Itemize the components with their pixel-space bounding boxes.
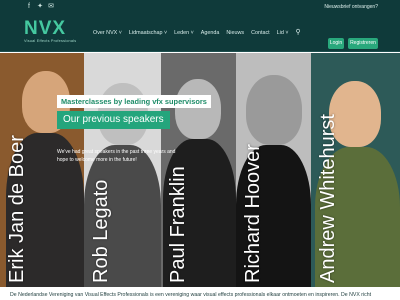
nav-item-lid[interactable]: Lid ˅ [277,26,289,40]
nav-item-agenda[interactable]: Agenda [201,26,220,40]
speakers-hero: Erik Jan de Boer Rob Legato Paul Frankli… [0,53,400,287]
speaker-name: Paul Franklin [167,166,189,283]
logo-subtitle: Visual Effects Professionals [24,39,77,43]
about-text: De Nederlandse Vereniging van Visual Eff… [10,292,372,298]
email-icon[interactable]: ✉ [47,3,55,11]
nav-item-nieuws[interactable]: Nieuws [226,26,244,40]
speaker-panel[interactable]: Richard Hoover [236,53,311,287]
nav-item-lidmaatschap[interactable]: Lidmaatschap ˅ [129,26,167,40]
top-bar: f ✦ ✉ Nieuwsbrief ontvangen? [0,0,400,14]
speaker-photo [246,75,302,145]
speaker-panel[interactable]: Paul Franklin [161,53,236,287]
speaker-name: Rob Legato [90,179,112,283]
speaker-name: Richard Hoover [242,144,264,283]
speaker-panel[interactable]: Erik Jan de Boer [0,53,84,287]
logo-text: NVX [24,18,67,39]
login-button[interactable]: Login [328,38,344,49]
nav-item-contact[interactable]: Contact [251,26,270,40]
nav-item-over-nvx[interactable]: Over NVX ˅ [93,26,122,40]
newsletter-link[interactable]: Nieuwsbrief ontvangen? [324,3,378,11]
hero-subtitle: Masterclasses by leading vfx supervisors [57,95,211,108]
hero-title: Our previous speakers [57,111,170,129]
speaker-panel[interactable]: Rob Legato [84,53,161,287]
facebook-icon[interactable]: f [25,3,33,11]
nvx-logo[interactable]: NVX Visual Effects Professionals [24,19,84,47]
search-icon[interactable]: ⚲ [295,26,300,40]
twitter-icon[interactable]: ✦ [36,3,44,11]
speaker-name: Erik Jan de Boer [6,135,28,283]
nav-item-leden[interactable]: Leden ˅ [174,26,194,40]
hero-intro: We've had great speakers in the past thr… [57,149,176,163]
nav-menu: Over NVX ˅ Lidmaatschap ˅ Leden ˅ Agenda… [93,26,301,40]
register-button[interactable]: Registreren [348,38,378,49]
speaker-name: Andrew Whitehurst [317,114,339,283]
speaker-photo [175,79,221,139]
speaker-panel[interactable]: Andrew Whitehurst [311,53,400,287]
main-navbar: NVX Visual Effects Professionals Over NV… [0,14,400,52]
